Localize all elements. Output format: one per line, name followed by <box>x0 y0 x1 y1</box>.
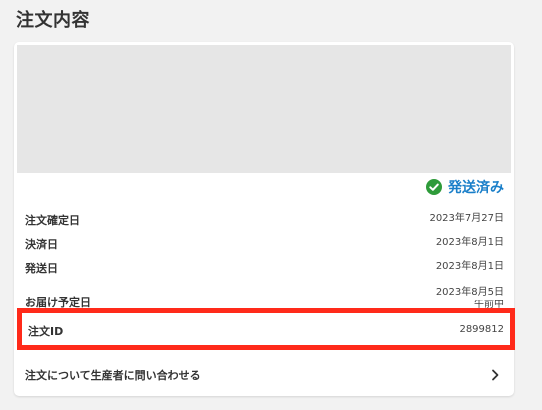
delivery-date-row: お届け予定日 2023年8月5日 午前中 <box>25 286 504 310</box>
order-details-page: 注文内容 発送済み 注文確定日 2023年7月27日 決済日 2023年8月1日… <box>0 0 542 410</box>
shipped-date-label: 発送日 <box>25 262 58 275</box>
order-id-highlight: 注文ID 2899812 <box>17 308 515 350</box>
shipped-date-row: 発送日 2023年8月1日 <box>25 260 504 276</box>
delivery-date-value: 2023年8月5日 <box>435 287 504 298</box>
check-circle-icon <box>426 179 442 195</box>
order-confirmed-date-label: 注文確定日 <box>25 214 80 227</box>
shipping-status: 発送済み <box>426 177 504 197</box>
order-confirmed-date-row: 注文確定日 2023年7月27日 <box>25 212 504 228</box>
payment-date-value: 2023年8月1日 <box>435 237 504 248</box>
product-image <box>17 45 511 173</box>
contact-producer-link[interactable]: 注文について生産者に問い合わせる <box>25 367 500 383</box>
order-id-value: 2899812 <box>459 324 504 335</box>
payment-date-label: 決済日 <box>25 238 58 251</box>
chevron-right-icon <box>492 369 499 381</box>
contact-producer-label: 注文について生産者に問い合わせる <box>25 369 201 382</box>
order-confirmed-date-value: 2023年7月27日 <box>429 213 504 224</box>
status-label: 発送済み <box>448 180 504 196</box>
shipped-date-value: 2023年8月1日 <box>435 261 504 272</box>
order-card: 発送済み 注文確定日 2023年7月27日 決済日 2023年8月1日 発送日 … <box>14 42 515 396</box>
order-id-label: 注文ID <box>28 325 64 338</box>
payment-date-row: 決済日 2023年8月1日 <box>25 236 504 252</box>
order-id-row: 注文ID 2899812 <box>28 323 504 339</box>
delivery-date-value-block: 2023年8月5日 午前中 <box>436 286 504 309</box>
page-title: 注文内容 <box>16 10 90 31</box>
